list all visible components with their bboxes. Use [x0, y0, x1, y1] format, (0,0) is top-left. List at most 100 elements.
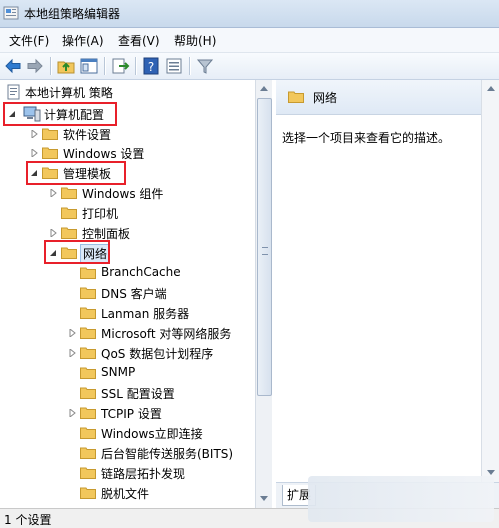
window-title: 本地组策略编辑器 [24, 7, 121, 21]
status-text: 1 个设置 [4, 513, 52, 527]
tree-label: 软件设置 [63, 128, 112, 142]
scroll-up-arrow-icon[interactable] [487, 86, 495, 91]
folder-icon [61, 187, 77, 199]
tree-label: 脱机文件 [101, 487, 150, 501]
tree-item-network-child[interactable]: DNS 客户端 [0, 283, 255, 303]
toolbar-separator [189, 57, 191, 75]
tree-item-printers[interactable]: 打印机 [0, 203, 255, 223]
up-folder-icon[interactable] [56, 56, 76, 76]
tree-label: DNS 客户端 [101, 287, 167, 301]
folder-icon [80, 367, 96, 379]
collapsed-arrow-icon[interactable] [49, 189, 57, 197]
tree-label: Windows立即连接 [101, 427, 203, 441]
forward-icon[interactable] [25, 56, 45, 76]
toolbar: ? [0, 53, 499, 80]
highlight-box [26, 161, 126, 185]
scroll-down-arrow-icon[interactable] [487, 470, 495, 475]
folder-icon [80, 467, 96, 479]
folder-icon [80, 487, 96, 499]
svg-text:?: ? [148, 60, 154, 74]
tree-label: 链路层拓扑发现 [101, 467, 186, 481]
tree-item-network-child[interactable]: BranchCache [0, 263, 255, 283]
highlight-box [44, 240, 110, 264]
tree-item-software-settings[interactable]: 软件设置 [0, 124, 255, 144]
folder-icon [80, 267, 96, 279]
folder-icon [80, 307, 96, 319]
scroll-down-arrow-icon[interactable] [260, 496, 268, 501]
folder-icon [80, 387, 96, 399]
tree-item-network-child[interactable]: 链路层拓扑发现 [0, 463, 255, 483]
folder-icon [61, 207, 77, 219]
folder-icon [288, 91, 304, 103]
tree-item-control-panel[interactable]: 控制面板 [0, 223, 255, 243]
tree-pane[interactable]: 本地计算机 策略 计算机配置 软件设置 Windows 设置 管理模板 Wind… [0, 80, 272, 508]
tree-label: 本地计算机 策略 [25, 86, 113, 100]
tree-item-network-child[interactable]: SSL 配置设置 [0, 383, 255, 403]
folder-icon [42, 147, 58, 159]
details-pane: 网络 选择一个项目来查看它的描述。 扩展 [276, 80, 499, 509]
tree-item-windows-components[interactable]: Windows 组件 [0, 183, 255, 203]
highlight-box [3, 102, 117, 126]
tree-item-network-child[interactable]: Windows立即连接 [0, 423, 255, 443]
tree-item-network-child[interactable]: 后台智能传送服务(BITS) [0, 443, 255, 463]
menu-view[interactable]: 查看(V) [118, 32, 160, 49]
toolbar-separator [104, 57, 106, 75]
folder-icon [80, 287, 96, 299]
collapsed-arrow-icon[interactable] [30, 130, 38, 138]
group-policy-app-icon [3, 6, 19, 20]
tree-label: Microsoft 对等网络服务 [101, 327, 232, 341]
folder-icon [80, 347, 96, 359]
title-bar: 本地组策略编辑器 [0, 0, 499, 28]
tree-item-network-child[interactable]: TCPIP 设置 [0, 403, 255, 423]
tree-item-network-child[interactable]: Lanman 服务器 [0, 303, 255, 323]
help-icon[interactable]: ? [141, 56, 161, 76]
scroll-up-arrow-icon[interactable] [260, 86, 268, 91]
filter-icon[interactable] [195, 56, 215, 76]
folder-icon [42, 128, 58, 140]
collapsed-arrow-icon[interactable] [49, 229, 57, 237]
menu-action[interactable]: 操作(A) [62, 32, 104, 49]
tree-label: SSL 配置设置 [101, 387, 175, 401]
collapsed-arrow-icon[interactable] [68, 349, 76, 357]
show-hide-tree-icon[interactable] [79, 56, 99, 76]
details-description: 选择一个项目来查看它的描述。 [282, 131, 451, 145]
watermark-overlay [308, 476, 494, 522]
back-icon[interactable] [3, 56, 23, 76]
toolbar-separator [50, 57, 52, 75]
details-header: 网络 [276, 80, 481, 115]
properties-icon[interactable] [164, 56, 184, 76]
menu-bar: 文件(F) 操作(A) 查看(V) 帮助(H) [0, 28, 499, 53]
tree-item-network-child[interactable]: QoS 数据包计划程序 [0, 343, 255, 363]
folder-icon [80, 447, 96, 459]
collapsed-arrow-icon[interactable] [68, 329, 76, 337]
menu-file[interactable]: 文件(F) [9, 32, 49, 49]
tree-item-network-child[interactable]: Microsoft 对等网络服务 [0, 323, 255, 343]
export-list-icon[interactable] [110, 56, 130, 76]
folder-icon [80, 327, 96, 339]
menu-help[interactable]: 帮助(H) [174, 32, 216, 49]
tree-item-network-child[interactable]: SNMP [0, 363, 255, 383]
folder-icon [80, 427, 96, 439]
tree-item-network-child[interactable]: 脱机文件 [0, 483, 255, 503]
tree-label: 打印机 [82, 207, 119, 221]
tree-label: Windows 组件 [82, 187, 164, 201]
tree-vertical-scrollbar[interactable] [255, 80, 272, 508]
toolbar-separator [135, 57, 137, 75]
details-header-title: 网络 [313, 91, 338, 105]
tree-item-network[interactable]: 网络 [0, 243, 255, 263]
tree-label: TCPIP 设置 [101, 407, 162, 421]
collapsed-arrow-icon[interactable] [68, 409, 76, 417]
tree-label: BranchCache [101, 265, 181, 279]
policy-document-icon [7, 84, 20, 100]
tree-label: QoS 数据包计划程序 [101, 347, 214, 361]
details-vertical-scrollbar[interactable] [481, 80, 499, 482]
tree-label: SNMP [101, 365, 136, 379]
folder-icon [80, 407, 96, 419]
tree-label: Lanman 服务器 [101, 307, 190, 321]
scrollbar-thumb[interactable] [257, 98, 272, 396]
scrollbar-grip [262, 247, 268, 255]
folder-icon [61, 227, 77, 239]
tree-item-root[interactable]: 本地计算机 策略 [0, 82, 255, 102]
collapsed-arrow-icon[interactable] [30, 149, 38, 157]
tree-item-windows-settings[interactable]: Windows 设置 [0, 143, 255, 163]
